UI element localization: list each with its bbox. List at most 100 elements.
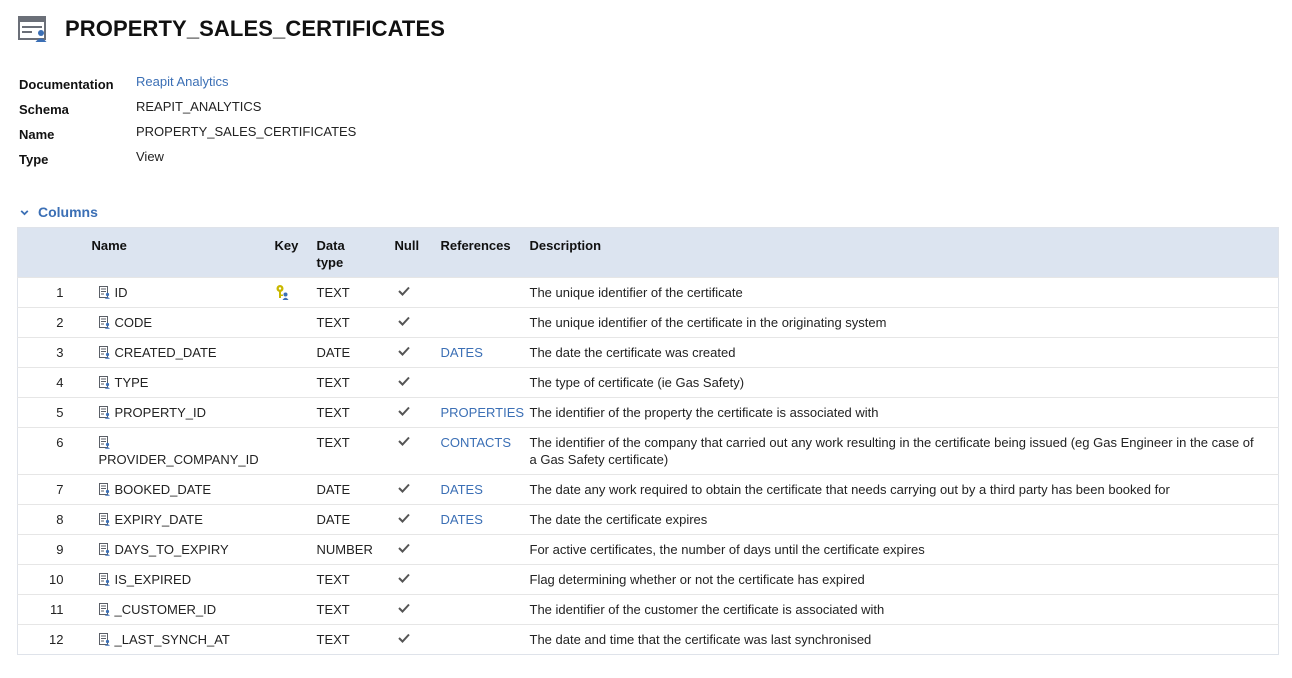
- page-header: PROPERTY_SALES_CERTIFICATES: [18, 14, 445, 44]
- column-icon: [98, 513, 110, 526]
- key-cell: [274, 594, 317, 625]
- key-cell: [274, 307, 317, 338]
- property-label: Schema: [19, 102, 69, 117]
- description: The date the certificate was created: [529, 337, 1279, 368]
- column-name-cell: BOOKED_DATE: [91, 474, 275, 505]
- check-icon: [397, 316, 410, 326]
- table-row: 4 TYPE TEXT The type of certificate (ie Gas…: [17, 367, 1279, 398]
- column-name[interactable]: IS_EXPIRED: [115, 572, 192, 587]
- column-name[interactable]: TYPE: [115, 375, 149, 390]
- header-null: Null: [394, 227, 441, 278]
- data-type: DATE: [316, 504, 395, 535]
- check-icon: [397, 513, 410, 523]
- null-cell: [394, 337, 441, 368]
- column-name[interactable]: PROPERTY_ID: [115, 405, 207, 420]
- references-cell: DATES: [440, 337, 530, 368]
- documentation-link[interactable]: Reapit Analytics: [136, 74, 229, 89]
- key-cell: [274, 564, 317, 595]
- null-cell: [394, 277, 441, 308]
- table-row: 11 _CUSTOMER_ID TEXT The identifier of the …: [17, 594, 1279, 625]
- description: The unique identifier of the certificate: [529, 277, 1279, 308]
- description: The date any work required to obtain the…: [529, 474, 1279, 505]
- check-icon: [397, 406, 410, 416]
- column-name-cell: DAYS_TO_EXPIRY: [91, 534, 275, 565]
- row-number: 12: [17, 624, 92, 655]
- description: The date the certificate expires: [529, 504, 1279, 535]
- column-name-cell: _LAST_SYNCH_AT: [91, 624, 275, 655]
- references-cell: DATES: [440, 474, 530, 505]
- column-name[interactable]: CREATED_DATE: [115, 345, 217, 360]
- chevron-down-icon: [20, 209, 29, 215]
- table-row: 9 DAYS_TO_EXPIRY NUMBER For active certific…: [17, 534, 1279, 565]
- references-cell: [440, 307, 530, 338]
- columns-section-title: Columns: [38, 204, 98, 220]
- property-value: REAPIT_ANALYTICS: [136, 99, 262, 114]
- column-name-cell: _CUSTOMER_ID: [91, 594, 275, 625]
- null-cell: [394, 427, 441, 475]
- key-cell: [274, 504, 317, 535]
- row-number: 8: [17, 504, 92, 535]
- data-type: TEXT: [316, 564, 395, 595]
- references-cell: [440, 564, 530, 595]
- column-name[interactable]: _CUSTOMER_ID: [115, 602, 217, 617]
- column-icon: [98, 346, 110, 359]
- key-cell: [274, 474, 317, 505]
- column-icon: [98, 406, 110, 419]
- header-name: Name: [91, 227, 275, 278]
- row-number: 6: [17, 427, 92, 475]
- data-type: TEXT: [316, 367, 395, 398]
- key-cell: [274, 367, 317, 398]
- column-name-cell: TYPE: [91, 367, 275, 398]
- null-cell: [394, 534, 441, 565]
- header-description: Description: [529, 227, 1279, 278]
- header-references: References: [440, 227, 530, 278]
- reference-link[interactable]: DATES: [441, 482, 483, 497]
- references-cell: PROPERTIES: [440, 397, 530, 428]
- reference-link[interactable]: DATES: [441, 345, 483, 360]
- key-cell: [274, 277, 317, 308]
- row-number: 1: [17, 277, 92, 308]
- reference-link[interactable]: PROPERTIES: [441, 405, 525, 420]
- check-icon: [397, 286, 410, 296]
- row-number: 2: [17, 307, 92, 338]
- table-row: 7 BOOKED_DATE DATE DATES The date any work r…: [17, 474, 1279, 505]
- reference-link[interactable]: DATES: [441, 512, 483, 527]
- column-name[interactable]: _LAST_SYNCH_AT: [115, 632, 230, 647]
- key-cell: [274, 624, 317, 655]
- property-label: Type: [19, 152, 49, 167]
- data-type: NUMBER: [316, 534, 395, 565]
- data-type: TEXT: [316, 427, 395, 475]
- column-name[interactable]: EXPIRY_DATE: [115, 512, 203, 527]
- column-name[interactable]: PROVIDER_COMPANY_ID: [99, 452, 259, 467]
- column-icon: [98, 436, 110, 449]
- column-name-cell: PROVIDER_COMPANY_ID: [91, 427, 275, 475]
- column-name[interactable]: BOOKED_DATE: [115, 482, 212, 497]
- null-cell: [394, 397, 441, 428]
- data-type: TEXT: [316, 397, 395, 428]
- column-name-cell: ID: [91, 277, 275, 308]
- column-icon: [98, 633, 110, 646]
- property-label: Name: [19, 127, 55, 142]
- table-row: 2 CODE TEXT The unique identifier of the ce…: [17, 307, 1279, 338]
- row-number: 3: [17, 337, 92, 368]
- column-name-cell: EXPIRY_DATE: [91, 504, 275, 535]
- column-name[interactable]: ID: [115, 285, 128, 300]
- references-cell: [440, 534, 530, 565]
- row-number: 11: [17, 594, 92, 625]
- column-name[interactable]: CODE: [115, 315, 153, 330]
- column-icon: [98, 376, 110, 389]
- null-cell: [394, 504, 441, 535]
- column-name-cell: IS_EXPIRED: [91, 564, 275, 595]
- column-name[interactable]: DAYS_TO_EXPIRY: [115, 542, 229, 557]
- data-type: TEXT: [316, 594, 395, 625]
- columns-table-header: Name Key Data type Null References Descr…: [17, 227, 1279, 278]
- key-cell: [274, 534, 317, 565]
- key-cell: [274, 427, 317, 475]
- columns-section-toggle[interactable]: Columns: [19, 204, 98, 220]
- table-row: 3 CREATED_DATE DATE DATES The date the certi…: [17, 337, 1279, 368]
- row-number: 10: [17, 564, 92, 595]
- table-row: 10 IS_EXPIRED TEXT Flag determining whether…: [17, 564, 1279, 595]
- null-cell: [394, 564, 441, 595]
- reference-link[interactable]: CONTACTS: [441, 435, 512, 450]
- columns-table: Name Key Data type Null References Descr…: [17, 227, 1279, 655]
